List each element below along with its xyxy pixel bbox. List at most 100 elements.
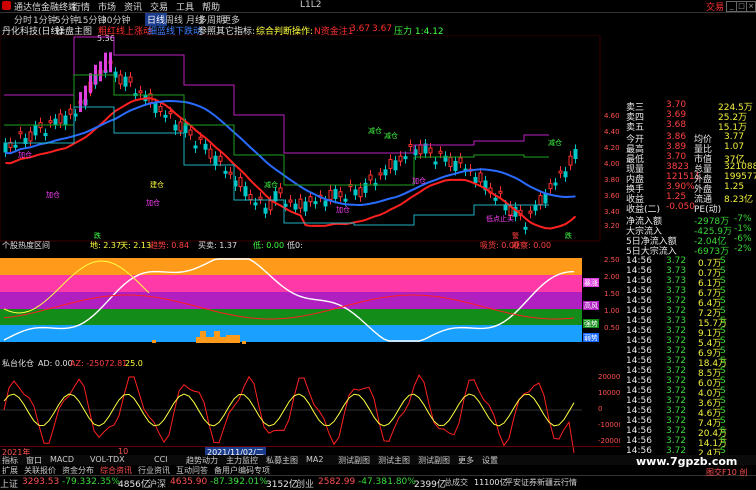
tick-time: 14:56 [626, 256, 652, 266]
tick-side: S [720, 416, 726, 426]
candle [118, 74, 123, 85]
stat-value: 3.90% [666, 182, 695, 192]
index-name[interactable]: 创业 [296, 477, 314, 490]
price-scale: 4.60 4.40 4.20 4.00 3.80 3.60 3.40 3.20 [604, 112, 620, 232]
zone-label: 高风 [584, 301, 598, 310]
tick-row: 14:56 3.72 0.7万 S [622, 256, 756, 269]
index-val: 3293.53 [22, 477, 60, 487]
stat-row: 最低 3.70 市值 37亿 [622, 152, 756, 165]
index-chg: -87.39 [210, 477, 240, 487]
signal-label: 减仓 [384, 131, 398, 140]
tick-price: 3.72 [666, 336, 687, 346]
tick-price: 3.72 [666, 356, 687, 366]
tick-side: S [720, 366, 726, 376]
menu-tools[interactable]: 工具 [176, 0, 194, 13]
candle [178, 121, 183, 132]
tick-price: 3.72 [666, 396, 687, 406]
close-icon[interactable]: × [746, 1, 756, 12]
price-tick: 3.60 [604, 192, 620, 200]
candle [173, 124, 178, 131]
candle [548, 183, 553, 190]
candle [208, 148, 213, 159]
tick-time: 14:56 [626, 306, 652, 316]
signal-label: 加仓 [412, 176, 426, 185]
ad-scale-label: 0 [598, 405, 602, 413]
index-name[interactable]: 上证 [0, 477, 18, 490]
period-bar: 分时 1分钟 5分钟 15分钟 30分钟 日线 周线 月线 多周期 更多 [0, 13, 620, 26]
candle [238, 177, 243, 188]
heat-bar [152, 340, 156, 343]
candle [343, 198, 348, 202]
tick-time: 14:56 [626, 406, 652, 416]
candle [538, 195, 543, 206]
index-pct: -1.80% [384, 477, 416, 487]
candle [263, 207, 268, 214]
tick-time: 14:56 [626, 366, 652, 376]
stat-row: 现量 3823 总量 321088 [622, 162, 756, 175]
candle [298, 198, 303, 209]
stat-value: 1.07 [724, 142, 745, 152]
index-pct: -2.01% [236, 477, 268, 487]
menu-trade[interactable]: 交易 [150, 0, 168, 13]
candle [28, 131, 33, 142]
indicator-tab[interactable]: VOL-TDX [90, 455, 125, 464]
candle [253, 202, 258, 206]
tick-price: 3.73 [666, 266, 687, 276]
tick-price: 3.72 [666, 426, 687, 436]
signal-label: 减仓 [548, 138, 562, 147]
menu-bar: 通达信金融终端 行情 市场 资讯 交易 工具 帮助 L1L2 交易 _ □ × [0, 0, 756, 13]
flow-row: 5日净流入额 -2.04亿 -6% [622, 234, 756, 247]
stat-value: -0.050 [666, 202, 696, 212]
zone-labels: 暴涨 高风 强势 弱势 [583, 278, 599, 342]
tick-side: S [720, 356, 726, 366]
indicator-tab[interactable]: CCI [154, 455, 168, 464]
candle [323, 200, 328, 207]
chart-area[interactable]: 5.36 加仓建仓加仓减仓加仓加仓减仓低点止买减仓加仓减仓跌警跌 个股热度区间 … [0, 35, 620, 455]
price-tick: 4.00 [604, 160, 620, 168]
tick-time: 14:56 [626, 426, 652, 436]
signal-label: 低点止买 [486, 214, 514, 223]
tick-price: 3.72 [666, 306, 687, 316]
index-name[interactable]: 沪深 [148, 477, 166, 490]
osc-item: 低: 0.00 [253, 240, 284, 250]
tick-time: 14:56 [626, 436, 652, 446]
candle [543, 193, 548, 204]
trade-button[interactable]: 交易 [706, 0, 724, 13]
menu-help[interactable]: 帮助 [202, 0, 220, 13]
ad-scale-label: 20000 [598, 373, 620, 381]
indicator-tab[interactable]: MA2 [306, 455, 323, 464]
ask-price: 3.68 [666, 120, 687, 130]
candle [388, 158, 393, 169]
indicator-tab[interactable]: MACD [50, 455, 74, 464]
osc-scale-label: 2.50 [604, 256, 620, 264]
candle [228, 171, 233, 175]
index-chg: -47.38 [358, 477, 388, 487]
candle [128, 76, 133, 83]
candle [503, 204, 508, 211]
index-pct: -2.35% [88, 477, 120, 487]
tick-row: 14:56 3.72 20.4万 S [622, 426, 756, 439]
signal-label: 加仓 [18, 150, 32, 159]
ask-price: 3.69 [666, 110, 687, 120]
candle [378, 172, 383, 176]
candle [258, 196, 263, 200]
stat-value: 3.70 [666, 152, 687, 162]
candle [123, 76, 128, 87]
stat-row: 最高 3.89 量比 1.07 [622, 142, 756, 155]
menu-quote[interactable]: 行情 [72, 0, 90, 13]
tick-row: 14:56 3.73 0.7万 S [622, 266, 756, 279]
stat-value: 3.77 [724, 132, 745, 142]
tick-price: 3.72 [666, 346, 687, 356]
candle [193, 145, 198, 149]
candle [448, 156, 453, 167]
header-item: 3.67 [372, 24, 393, 34]
candle [273, 191, 278, 202]
tick-side: S [720, 296, 726, 306]
menu-market[interactable]: 市场 [98, 0, 116, 13]
zone-label: 强势 [584, 319, 598, 328]
candle [478, 172, 483, 183]
tick-row: 14:56 3.72 6.0万 S [622, 376, 756, 389]
candles [3, 52, 578, 235]
tick-row: 14:56 3.72 9.1万 S [622, 326, 756, 339]
menu-news[interactable]: 资讯 [124, 0, 142, 13]
